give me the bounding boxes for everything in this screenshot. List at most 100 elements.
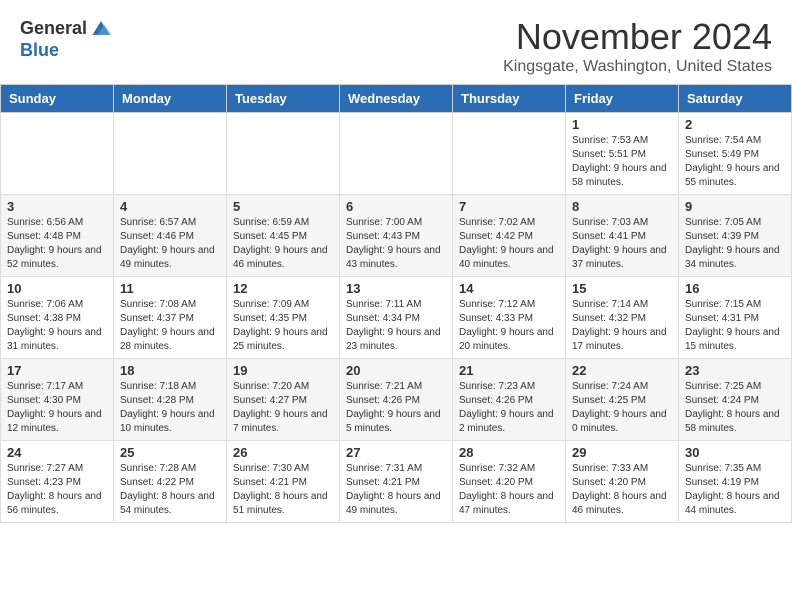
calendar-cell: 4 Sunrise: 6:57 AMSunset: 4:46 PMDaylight…	[114, 195, 227, 277]
day-number: 27	[346, 445, 446, 460]
day-info: Sunrise: 7:12 AMSunset: 4:33 PMDaylight:…	[459, 298, 559, 354]
calendar-cell: 2 Sunrise: 7:54 AMSunset: 5:49 PMDaylight…	[679, 113, 792, 195]
calendar-cell: 27 Sunrise: 7:31 AMSunset: 4:21 PMDayligh…	[340, 441, 453, 523]
day-info: Sunrise: 7:31 AMSunset: 4:21 PMDaylight:…	[346, 462, 446, 518]
day-number: 14	[459, 281, 559, 296]
weekday-header-friday: Friday	[566, 85, 679, 113]
calendar-cell: 22 Sunrise: 7:24 AMSunset: 4:25 PMDayligh…	[566, 359, 679, 441]
calendar-cell: 16 Sunrise: 7:15 AMSunset: 4:31 PMDayligh…	[679, 277, 792, 359]
day-info: Sunrise: 7:24 AMSunset: 4:25 PMDaylight:…	[572, 380, 672, 436]
week-row-2: 3 Sunrise: 6:56 AMSunset: 4:48 PMDaylight…	[1, 195, 792, 277]
day-number: 11	[120, 281, 220, 296]
day-number: 16	[685, 281, 785, 296]
weekday-header-thursday: Thursday	[453, 85, 566, 113]
calendar-cell: 14 Sunrise: 7:12 AMSunset: 4:33 PMDayligh…	[453, 277, 566, 359]
calendar-cell	[340, 113, 453, 195]
day-number: 5	[233, 199, 333, 214]
calendar-cell: 6 Sunrise: 7:00 AMSunset: 4:43 PMDaylight…	[340, 195, 453, 277]
day-number: 4	[120, 199, 220, 214]
calendar-cell	[227, 113, 340, 195]
day-info: Sunrise: 7:08 AMSunset: 4:37 PMDaylight:…	[120, 298, 220, 354]
day-number: 26	[233, 445, 333, 460]
day-number: 15	[572, 281, 672, 296]
weekday-header-monday: Monday	[114, 85, 227, 113]
day-info: Sunrise: 7:05 AMSunset: 4:39 PMDaylight:…	[685, 216, 785, 272]
day-number: 8	[572, 199, 672, 214]
day-info: Sunrise: 7:14 AMSunset: 4:32 PMDaylight:…	[572, 298, 672, 354]
weekday-header-tuesday: Tuesday	[227, 85, 340, 113]
day-info: Sunrise: 7:30 AMSunset: 4:21 PMDaylight:…	[233, 462, 333, 518]
day-number: 17	[7, 363, 107, 378]
weekday-header-wednesday: Wednesday	[340, 85, 453, 113]
day-info: Sunrise: 6:56 AMSunset: 4:48 PMDaylight:…	[7, 216, 107, 272]
calendar-cell: 11 Sunrise: 7:08 AMSunset: 4:37 PMDayligh…	[114, 277, 227, 359]
week-row-4: 17 Sunrise: 7:17 AMSunset: 4:30 PMDayligh…	[1, 359, 792, 441]
day-info: Sunrise: 7:53 AMSunset: 5:51 PMDaylight:…	[572, 134, 672, 190]
calendar-cell: 8 Sunrise: 7:03 AMSunset: 4:41 PMDaylight…	[566, 195, 679, 277]
day-info: Sunrise: 7:35 AMSunset: 4:19 PMDaylight:…	[685, 462, 785, 518]
weekday-header-row: SundayMondayTuesdayWednesdayThursdayFrid…	[1, 85, 792, 113]
day-number: 23	[685, 363, 785, 378]
logo-general-text: General	[20, 18, 87, 39]
day-info: Sunrise: 6:57 AMSunset: 4:46 PMDaylight:…	[120, 216, 220, 272]
location: Kingsgate, Washington, United States	[503, 58, 772, 76]
day-number: 2	[685, 117, 785, 132]
day-number: 20	[346, 363, 446, 378]
title-block: November 2024 Kingsgate, Washington, Uni…	[503, 16, 772, 76]
day-number: 25	[120, 445, 220, 460]
day-info: Sunrise: 7:09 AMSunset: 4:35 PMDaylight:…	[233, 298, 333, 354]
calendar-cell: 12 Sunrise: 7:09 AMSunset: 4:35 PMDayligh…	[227, 277, 340, 359]
logo-icon	[89, 16, 113, 40]
calendar-cell: 19 Sunrise: 7:20 AMSunset: 4:27 PMDayligh…	[227, 359, 340, 441]
day-info: Sunrise: 7:03 AMSunset: 4:41 PMDaylight:…	[572, 216, 672, 272]
weekday-header-saturday: Saturday	[679, 85, 792, 113]
day-number: 19	[233, 363, 333, 378]
day-info: Sunrise: 7:28 AMSunset: 4:22 PMDaylight:…	[120, 462, 220, 518]
day-number: 13	[346, 281, 446, 296]
day-number: 24	[7, 445, 107, 460]
calendar-cell: 13Sunrise: 7:11 AMSunset: 4:34 PMDayligh…	[340, 277, 453, 359]
weekday-header-sunday: Sunday	[1, 85, 114, 113]
calendar-cell	[453, 113, 566, 195]
logo-blue-text: Blue	[20, 40, 59, 61]
day-info: Sunrise: 7:15 AMSunset: 4:31 PMDaylight:…	[685, 298, 785, 354]
day-number: 7	[459, 199, 559, 214]
week-row-1: 1 Sunrise: 7:53 AMSunset: 5:51 PMDaylight…	[1, 113, 792, 195]
day-number: 9	[685, 199, 785, 214]
day-number: 28	[459, 445, 559, 460]
day-number: 1	[572, 117, 672, 132]
day-info: Sunrise: 7:17 AMSunset: 4:30 PMDaylight:…	[7, 380, 107, 436]
calendar-cell: 25 Sunrise: 7:28 AMSunset: 4:22 PMDayligh…	[114, 441, 227, 523]
calendar-cell: 23Sunrise: 7:25 AMSunset: 4:24 PMDayligh…	[679, 359, 792, 441]
week-row-5: 24Sunrise: 7:27 AMSunset: 4:23 PMDayligh…	[1, 441, 792, 523]
calendar-cell: 5Sunrise: 6:59 AMSunset: 4:45 PMDaylight…	[227, 195, 340, 277]
day-number: 29	[572, 445, 672, 460]
day-number: 3	[7, 199, 107, 214]
calendar-cell: 1 Sunrise: 7:53 AMSunset: 5:51 PMDaylight…	[566, 113, 679, 195]
day-number: 21	[459, 363, 559, 378]
day-number: 22	[572, 363, 672, 378]
day-info: Sunrise: 7:33 AMSunset: 4:20 PMDaylight:…	[572, 462, 672, 518]
day-info: Sunrise: 7:00 AMSunset: 4:43 PMDaylight:…	[346, 216, 446, 272]
day-info: Sunrise: 7:20 AMSunset: 4:27 PMDaylight:…	[233, 380, 333, 436]
calendar-cell: 15 Sunrise: 7:14 AMSunset: 4:32 PMDayligh…	[566, 277, 679, 359]
calendar-cell: 29 Sunrise: 7:33 AMSunset: 4:20 PMDayligh…	[566, 441, 679, 523]
calendar-cell	[114, 113, 227, 195]
day-info: Sunrise: 7:18 AMSunset: 4:28 PMDaylight:…	[120, 380, 220, 436]
day-number: 12	[233, 281, 333, 296]
calendar-cell: 24Sunrise: 7:27 AMSunset: 4:23 PMDayligh…	[1, 441, 114, 523]
calendar-cell: 3 Sunrise: 6:56 AMSunset: 4:48 PMDaylight…	[1, 195, 114, 277]
calendar-cell	[1, 113, 114, 195]
day-info: Sunrise: 7:54 AMSunset: 5:49 PMDaylight:…	[685, 134, 785, 190]
day-number: 30	[685, 445, 785, 460]
calendar-cell: 26 Sunrise: 7:30 AMSunset: 4:21 PMDayligh…	[227, 441, 340, 523]
day-info: Sunrise: 7:23 AMSunset: 4:26 PMDaylight:…	[459, 380, 559, 436]
day-info: Sunrise: 7:21 AMSunset: 4:26 PMDaylight:…	[346, 380, 446, 436]
day-number: 6	[346, 199, 446, 214]
calendar-cell: 28Sunrise: 7:32 AMSunset: 4:20 PMDayligh…	[453, 441, 566, 523]
month-title: November 2024	[503, 16, 772, 58]
calendar-cell: 18Sunrise: 7:18 AMSunset: 4:28 PMDayligh…	[114, 359, 227, 441]
calendar-cell: 20 Sunrise: 7:21 AMSunset: 4:26 PMDayligh…	[340, 359, 453, 441]
calendar-cell: 10Sunrise: 7:06 AMSunset: 4:38 PMDayligh…	[1, 277, 114, 359]
calendar: SundayMondayTuesdayWednesdayThursdayFrid…	[0, 84, 792, 523]
